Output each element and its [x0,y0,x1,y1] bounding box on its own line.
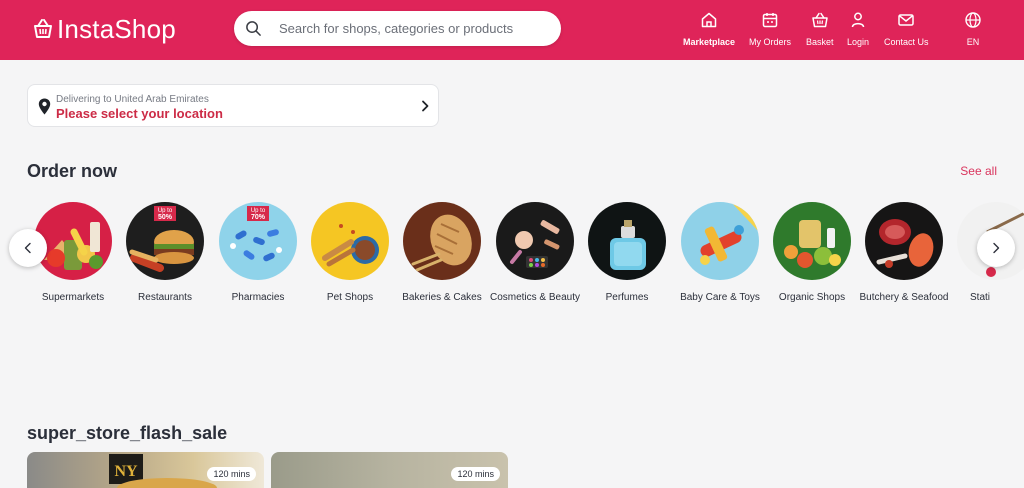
category-perfumes[interactable]: Perfumes [579,202,675,304]
bread-image [403,202,481,280]
top-header: InstaShop Marketplace My Orders Basket L… [0,0,1024,60]
nav-login-label: Login [847,37,870,47]
search-input[interactable] [279,11,549,46]
category-baby-care-toys[interactable]: Baby Care & Toys [672,202,768,304]
organic-produce-image [773,202,851,280]
nav-contact-us-label: Contact Us [884,37,929,47]
pet-food-image [311,202,389,280]
flash-sale-card[interactable]: NY 120 mins [27,452,264,488]
category-organic-shops[interactable]: Organic Shops [764,202,860,304]
nav-my-orders[interactable]: My Orders [749,11,791,51]
category-label: Stati [970,292,991,303]
globe-icon [965,12,981,28]
location-pin-icon [38,98,51,115]
home-icon [701,12,717,28]
basket-logo-icon [34,19,52,38]
category-pet-shops[interactable]: Pet Shops [302,202,398,304]
toy-plane-image [681,202,759,280]
see-all-link[interactable]: See all [960,164,997,178]
carousel-prev-button[interactable] [9,229,47,267]
category-label: Cosmetics & Beauty [489,292,581,303]
search-bar[interactable] [234,11,561,46]
mail-icon [898,14,915,26]
burger-image: Up to 50% [126,202,204,280]
category-label: Baby Care & Toys [680,292,760,303]
category-label: Pharmacies [231,292,285,303]
nav-language-label: EN [966,37,980,47]
brand-logo[interactable]: InstaShop [32,13,176,45]
carousel-next-button[interactable] [977,229,1015,267]
brand-name: InstaShop [57,13,176,44]
delivery-location-selector[interactable]: Delivering to United Arab Emirates Pleas… [27,84,439,127]
promo-line-2: 50% [158,214,173,221]
user-icon [851,12,865,28]
svg-text:NY: NY [114,463,138,480]
category-bakeries-cakes[interactable]: Bakeries & Cakes [394,202,490,304]
makeup-image [496,202,574,280]
meat-image [865,202,943,280]
chevron-left-icon [24,242,31,254]
nav-basket[interactable]: Basket [806,11,834,51]
category-label: Organic Shops [778,292,846,303]
flash-sale-card[interactable]: 120 mins [271,452,508,488]
category-label: Pet Shops [326,292,374,303]
search-icon [246,21,261,36]
flash-sale-title: super_store_flash_sale [27,423,228,443]
category-pharmacies[interactable]: Up to 70% Pharmacies [210,202,306,304]
category-cosmetics-beauty[interactable]: Cosmetics & Beauty [487,202,583,304]
chevron-right-icon [422,100,429,112]
perfume-bottle-image [588,202,666,280]
delivery-country-text: Delivering to United Arab Emirates [56,94,209,105]
delivery-time-badge: 120 mins [207,467,256,481]
select-location-prompt: Please select your location [56,106,223,121]
category-carousel: Supermarkets Up to 50% Restaurants Up to… [0,202,1024,332]
order-now-title: Order now [27,161,118,181]
nav-language[interactable]: EN [964,11,982,51]
nav-basket-label: Basket [806,37,834,47]
chevron-right-icon [993,242,1000,254]
nav-marketplace-label: Marketplace [683,37,736,47]
category-label: Supermarkets [41,292,105,303]
nav-marketplace[interactable]: Marketplace [683,11,735,51]
promo-line-2: 70% [251,214,266,221]
pills-image: Up to 70% [219,202,297,280]
nav-contact-us[interactable]: Contact Us [884,11,929,51]
calendar-icon [762,13,778,28]
category-label: Restaurants [138,292,192,303]
delivery-time-badge: 120 mins [451,467,500,481]
category-butchery-seafood[interactable]: Butchery & Seafood [856,202,952,304]
category-label: Butchery & Seafood [859,292,949,303]
nav-login[interactable]: Login [847,11,869,51]
nav-my-orders-label: My Orders [749,37,792,47]
category-label: Bakeries & Cakes [402,292,482,303]
category-restaurants[interactable]: Up to 50% Restaurants [117,202,213,304]
category-label: Perfumes [605,292,649,303]
basket-icon [812,12,828,28]
